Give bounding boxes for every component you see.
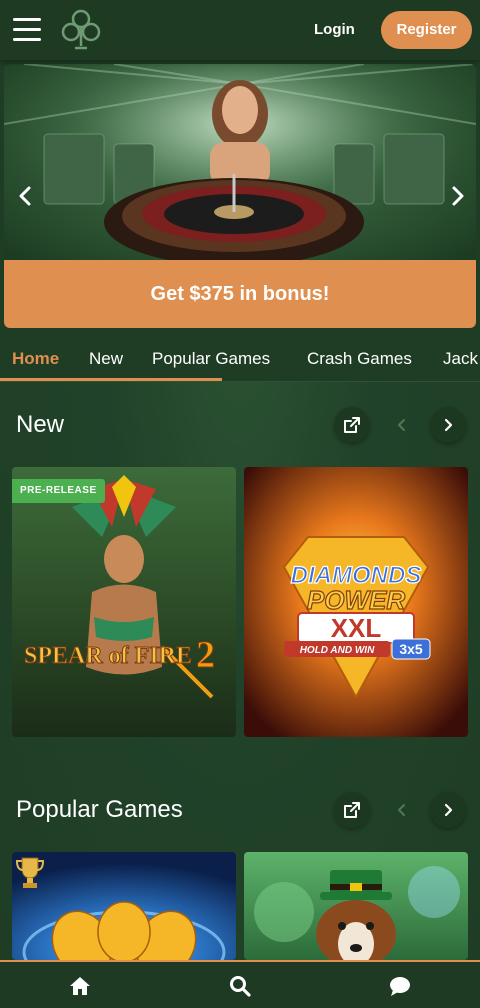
register-button[interactable]: Register — [381, 11, 472, 49]
pre-release-badge: PRE-RELEASE — [12, 479, 105, 503]
chevron-left-icon — [398, 804, 405, 816]
tab-popular-games[interactable]: Popular Games — [152, 348, 270, 370]
svg-text:SPEAR of FIRE: SPEAR of FIRE — [24, 643, 192, 669]
top-header: Login Register — [0, 0, 480, 60]
new-open-all-button[interactable] — [334, 407, 370, 443]
category-tabs: Home New Popular Games Crash Games Jack — [0, 336, 480, 382]
svg-text:3x5: 3x5 — [399, 641, 423, 657]
new-prev-button[interactable] — [384, 407, 420, 443]
trophy-icon — [16, 857, 44, 888]
game-thumbnail — [244, 852, 468, 960]
roulette-banner-image — [4, 64, 476, 260]
game-thumbnail: DIAMONDS POWER XXL HOLD AND WIN 3x5 — [244, 467, 468, 737]
svg-text:HOLD AND WIN: HOLD AND WIN — [300, 645, 375, 656]
tab-new[interactable]: New — [89, 348, 123, 370]
banner-next-arrow-icon[interactable] — [445, 184, 469, 208]
game-thumbnail: SPEAR of FIRE 2 — [12, 467, 236, 737]
game-card-popular-1[interactable] — [12, 852, 236, 960]
search-icon[interactable] — [228, 974, 252, 998]
external-link-icon — [344, 802, 360, 818]
external-link-icon — [344, 417, 360, 433]
bonus-cta-button[interactable]: Get $375 in bonus! — [4, 260, 476, 328]
club-suit-icon[interactable] — [60, 8, 102, 52]
banner-prev-arrow-icon[interactable] — [14, 184, 38, 208]
login-button[interactable]: Login — [314, 18, 355, 42]
game-card-spear-of-fire-2[interactable]: SPEAR of FIRE 2 PRE-RELEASE — [12, 467, 236, 737]
game-card-diamonds-power-xxl[interactable]: DIAMONDS POWER XXL HOLD AND WIN 3x5 — [244, 467, 468, 737]
popular-prev-button[interactable] — [384, 792, 420, 828]
chevron-left-icon — [398, 419, 405, 431]
popular-open-all-button[interactable] — [334, 792, 370, 828]
svg-text:POWER: POWER — [307, 585, 405, 615]
chat-icon[interactable] — [388, 974, 412, 998]
promo-banner[interactable]: Get $375 in bonus! — [4, 64, 476, 328]
game-card-popular-2[interactable] — [244, 852, 468, 960]
chevron-right-icon — [444, 803, 453, 817]
new-next-button[interactable] — [430, 407, 466, 443]
tab-home[interactable]: Home — [12, 348, 59, 370]
svg-text:2: 2 — [196, 634, 215, 676]
popular-next-button[interactable] — [430, 792, 466, 828]
section-title-popular-games: Popular Games — [16, 796, 183, 823]
svg-text:XXL: XXL — [331, 613, 382, 643]
section-title-new: New — [16, 411, 65, 438]
tab-jackpot[interactable]: Jack — [443, 348, 478, 370]
hamburger-menu-icon[interactable] — [13, 18, 41, 42]
chevron-right-icon — [444, 418, 453, 432]
bottom-navigation — [0, 960, 480, 1008]
home-icon[interactable] — [68, 974, 92, 998]
tab-crash-games[interactable]: Crash Games — [307, 348, 412, 370]
game-thumbnail — [12, 852, 236, 960]
